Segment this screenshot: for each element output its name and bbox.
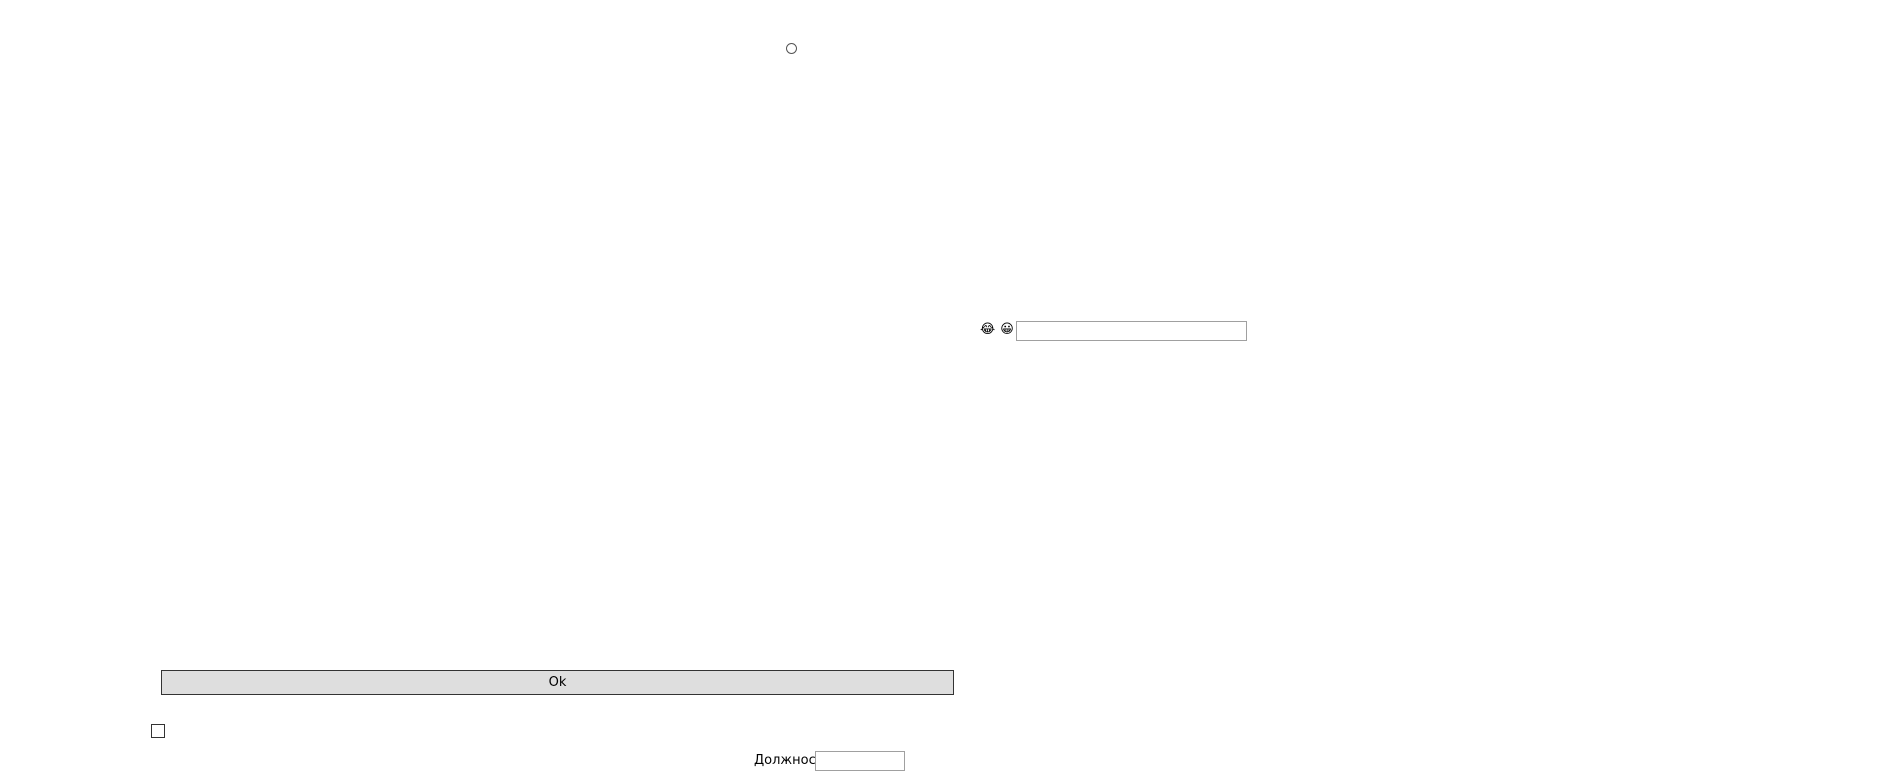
grinning-face-icon[interactable]: 😀 [1000, 323, 1014, 337]
position-input[interactable] [815, 751, 905, 771]
emoji-text-input[interactable] [1016, 321, 1247, 341]
laughing-face-icon[interactable]: 😂 [980, 323, 995, 337]
radio-button[interactable] [786, 43, 797, 54]
checkbox[interactable] [151, 724, 165, 738]
ok-button[interactable]: Ok [161, 670, 954, 695]
